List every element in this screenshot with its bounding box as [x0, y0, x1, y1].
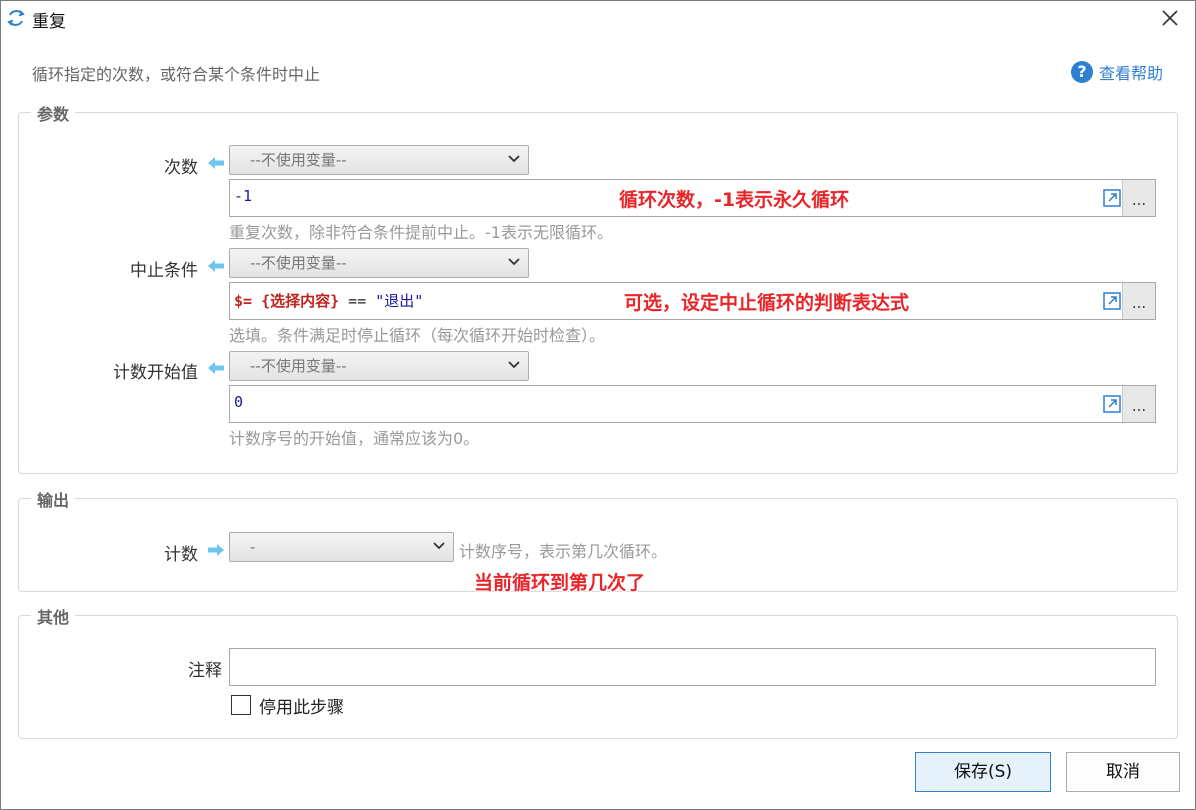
repeat-icon	[7, 10, 25, 26]
counter-output-select-value: -	[250, 538, 256, 556]
stop-condition-variable-select[interactable]: --不使用变量--	[229, 248, 529, 278]
expr-variable: {选择内容}	[261, 292, 340, 310]
stop-condition-more-button[interactable]: ...	[1122, 283, 1155, 319]
count-variable-select[interactable]: --不使用变量--	[229, 145, 529, 175]
stop-condition-hint: 选填。条件满足时停止循环（每次循环开始时检查）。	[229, 326, 606, 345]
help-icon: ?	[1071, 61, 1093, 83]
count-input-value: -1	[234, 187, 253, 205]
dialog-description: 循环指定的次数，或符合某个条件时中止	[32, 65, 321, 84]
disable-step-label[interactable]: 停用此步骤	[259, 693, 344, 718]
disable-step-checkbox[interactable]	[231, 695, 251, 715]
stop-condition-expression: $= {选择内容} == "退出"	[234, 290, 423, 311]
stop-condition-annotation: 可选，设定中止循环的判断表达式	[624, 292, 910, 314]
chevron-down-icon	[433, 542, 445, 550]
chevron-down-icon	[508, 361, 520, 369]
counter-label: 计数	[164, 545, 198, 565]
save-button[interactable]: 保存(S)	[915, 752, 1051, 792]
count-variable-select-value: --不使用变量--	[250, 151, 347, 169]
arrow-left-icon	[208, 362, 224, 374]
expand-icon[interactable]	[1103, 395, 1121, 413]
chevron-down-icon	[508, 258, 520, 266]
expr-operator: ==	[339, 292, 376, 310]
stop-condition-label: 中止条件	[130, 261, 198, 281]
close-icon[interactable]	[1158, 6, 1182, 30]
other-group-title: 其他	[31, 604, 76, 628]
counter-output-select[interactable]: -	[229, 532, 454, 562]
start-value-variable-select-value: --不使用变量--	[250, 357, 347, 375]
note-label: 注释	[188, 661, 222, 681]
count-hint: 重复次数，除非符合条件提前中止。-1表示无限循环。	[229, 223, 613, 242]
window-title: 重复	[32, 12, 66, 32]
expand-icon[interactable]	[1103, 189, 1121, 207]
expand-icon[interactable]	[1103, 292, 1121, 310]
params-group-title: 参数	[31, 101, 76, 125]
start-value-label: 计数开始值	[113, 363, 198, 383]
count-label: 次数	[164, 158, 198, 178]
arrow-left-icon	[208, 157, 224, 169]
expr-prefix: $=	[234, 292, 262, 310]
start-value-input-value: 0	[234, 393, 244, 411]
title-bar: 重复	[0, 0, 1196, 36]
start-value-more-button[interactable]: ...	[1122, 386, 1155, 422]
counter-annotation: 当前循环到第几次了	[474, 572, 646, 594]
note-input[interactable]	[229, 648, 1156, 686]
chevron-down-icon	[508, 155, 520, 163]
help-link[interactable]: ? 查看帮助	[1071, 60, 1163, 84]
count-annotation: 循环次数，-1表示永久循环	[619, 189, 850, 211]
expr-string: "退出"	[375, 292, 424, 310]
arrow-right-icon	[208, 544, 224, 556]
start-value-variable-select[interactable]: --不使用变量--	[229, 351, 529, 381]
output-group-title: 输出	[31, 487, 76, 511]
cancel-button[interactable]: 取消	[1066, 752, 1180, 792]
stop-condition-variable-select-value: --不使用变量--	[250, 254, 347, 272]
start-value-hint: 计数序号的开始值，通常应该为0。	[229, 429, 480, 448]
start-value-input[interactable]: 0 ...	[229, 385, 1156, 423]
help-label: 查看帮助	[1099, 64, 1164, 83]
count-more-button[interactable]: ...	[1122, 180, 1155, 216]
counter-hint: 计数序号，表示第几次循环。	[459, 542, 668, 561]
arrow-left-icon	[208, 260, 224, 272]
